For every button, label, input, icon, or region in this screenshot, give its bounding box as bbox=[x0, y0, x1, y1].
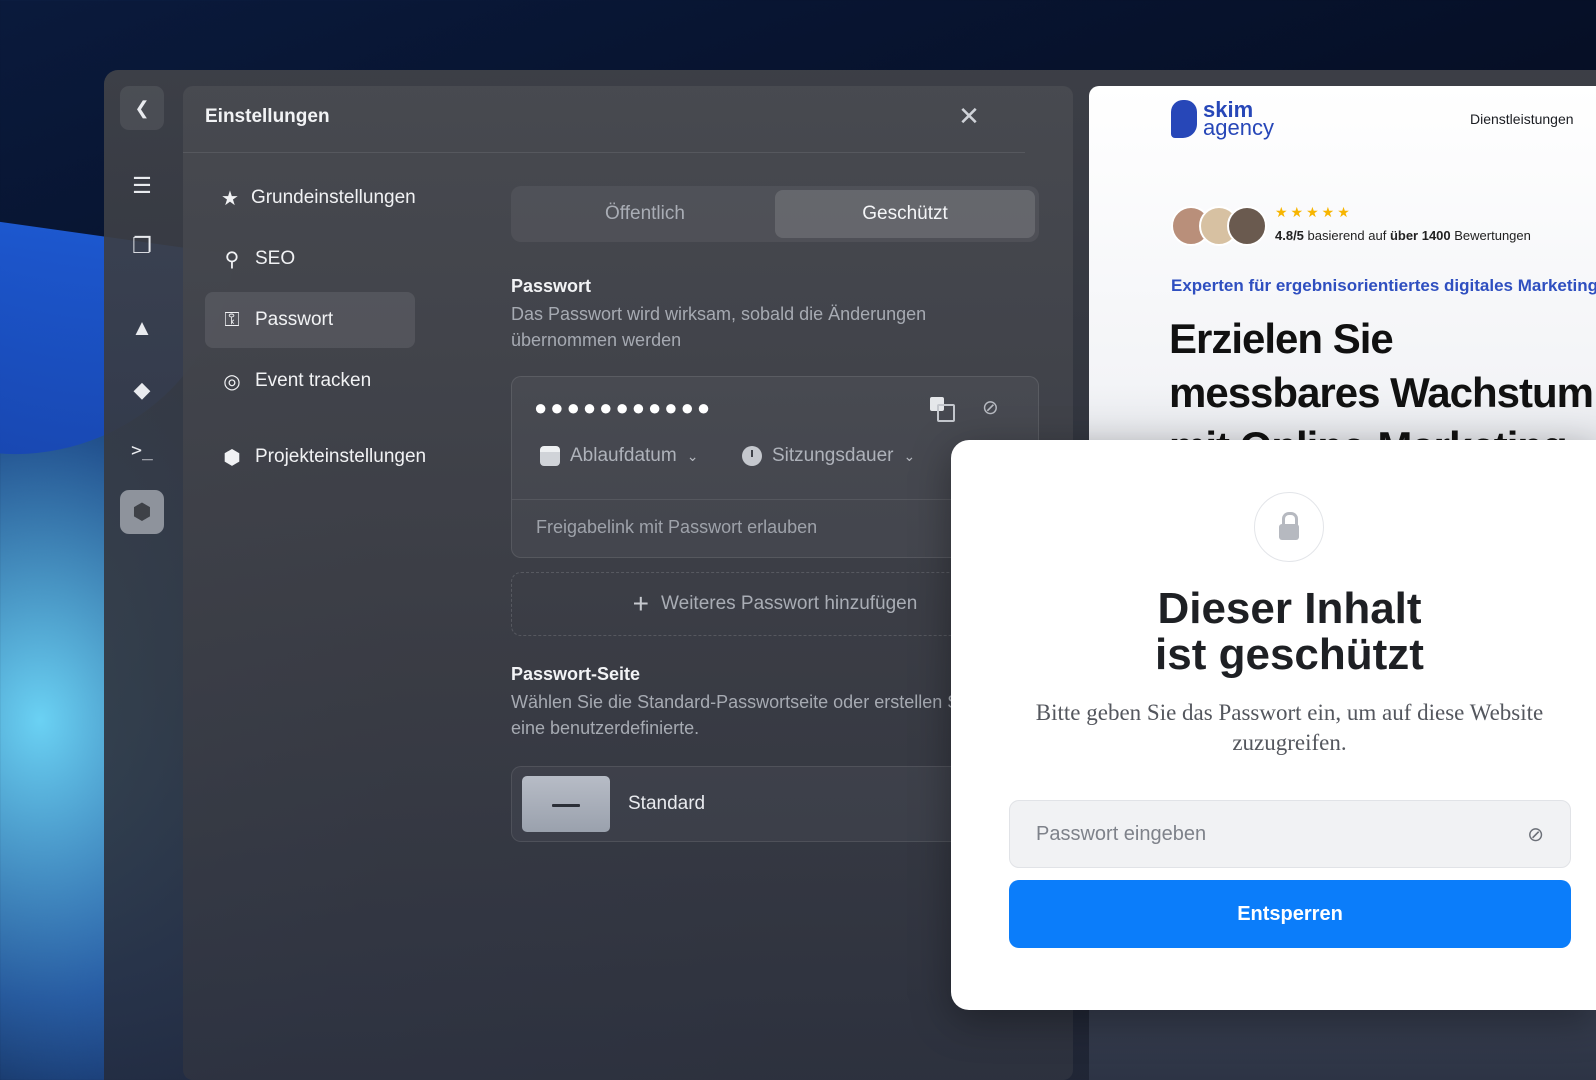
rating-score: 4.8/5 bbox=[1275, 228, 1304, 243]
session-label: Sitzungsdauer bbox=[772, 445, 894, 466]
session-dropdown[interactable]: Sitzungsdauer ⌄ bbox=[742, 445, 915, 467]
password-placeholder: Passwort eingeben bbox=[1036, 822, 1207, 845]
lock-icon bbox=[1254, 492, 1324, 562]
nav-label: Event tracken bbox=[255, 370, 372, 391]
rating-tail: Bewertungen bbox=[1450, 228, 1531, 243]
calendar-icon bbox=[540, 446, 560, 466]
expiry-dropdown[interactable]: Ablaufdatum ⌄ bbox=[540, 445, 698, 467]
side-rail: ❮ ☰ ❐ ▲ ◆ >_ ⬢ bbox=[104, 70, 180, 1080]
menu-icon: ☰ bbox=[132, 173, 152, 198]
nav-label: SEO bbox=[255, 248, 296, 269]
nav-item-grundeinstellungen[interactable]: ★ Grundeinstellungen bbox=[205, 170, 416, 226]
close-icon: ✕ bbox=[958, 101, 980, 131]
eye-slash-icon[interactable]: ⊘ bbox=[1527, 822, 1544, 847]
page-thumbnail bbox=[522, 776, 610, 832]
nav-item-projekteinstellungen[interactable]: ⬢ Projekteinstellungen bbox=[205, 429, 455, 485]
rating-mid: basierend auf bbox=[1303, 228, 1390, 243]
chevron-left-icon: ❮ bbox=[134, 97, 150, 118]
terminal-icon: >_ bbox=[131, 439, 153, 461]
media-button[interactable]: ▲ bbox=[120, 306, 164, 350]
unlock-button[interactable]: Entsperren bbox=[1009, 880, 1571, 948]
pages-icon: ❐ bbox=[132, 233, 152, 258]
design-button[interactable]: ◆ bbox=[120, 368, 164, 412]
nav-item-seo[interactable]: ⚲ SEO bbox=[205, 231, 415, 287]
settings-panel: Einstellungen ✕ ★ Grundeinstellungen ⚲ S… bbox=[183, 86, 1073, 1080]
settings-button[interactable]: ⬢ bbox=[120, 490, 164, 534]
plus-icon: + bbox=[632, 588, 650, 619]
eye-slash-icon[interactable]: ⊘ bbox=[982, 395, 999, 420]
brush-icon: ◆ bbox=[133, 377, 151, 402]
visibility-toggle: Öffentlich Geschützt bbox=[511, 186, 1039, 242]
nav-label: Passwort bbox=[255, 309, 334, 330]
site-nav-item[interactable]: Dienstleistungen bbox=[1470, 111, 1574, 127]
expiry-label: Ablaufdatum bbox=[570, 445, 677, 466]
code-button[interactable]: >_ bbox=[120, 428, 164, 472]
pages-button[interactable]: ❐ bbox=[120, 224, 164, 268]
password-section-title: Passwort bbox=[511, 276, 592, 296]
password-page-description: Wählen Sie die Standard-Passwortseite od… bbox=[511, 692, 974, 738]
site-logo: skim agency bbox=[1171, 99, 1274, 140]
divider bbox=[183, 152, 1025, 153]
avatar bbox=[1227, 206, 1267, 246]
logo-mark-icon bbox=[1171, 100, 1197, 138]
hexagon-gear-icon: ⬢ bbox=[132, 499, 152, 524]
search-icon: ⚲ bbox=[224, 248, 240, 271]
dialog-title-line1: Dieser Inhalt bbox=[1157, 584, 1422, 633]
tab-geschuetzt[interactable]: Geschützt bbox=[775, 190, 1035, 238]
logo-text: skim agency bbox=[1203, 99, 1274, 140]
hexagon-gear-icon: ⬢ bbox=[223, 446, 241, 469]
copy-icon[interactable] bbox=[930, 397, 955, 422]
password-field[interactable]: Passwort eingeben ⊘ bbox=[1009, 800, 1571, 868]
rating-count: über 1400 bbox=[1389, 228, 1451, 243]
password-value[interactable]: ●●●●●●●●●●● bbox=[534, 395, 713, 421]
nav-label: Grundeinstellungen bbox=[250, 187, 416, 208]
panel-title: Einstellungen bbox=[205, 106, 330, 127]
logo-line2: agency bbox=[1203, 115, 1274, 140]
nav-label: Projekteinstellungen bbox=[255, 446, 427, 467]
star-icon: ★ bbox=[221, 187, 239, 210]
site-tagline: Experten für ergebnisorientiertes digita… bbox=[1171, 276, 1596, 295]
rating-stars: ★★★★★ bbox=[1275, 204, 1353, 220]
password-protected-dialog: Dieser Inhalt ist geschützt Bitte geben … bbox=[951, 440, 1596, 1010]
key-icon: ⚿ bbox=[224, 308, 240, 331]
share-link-toggle-label[interactable]: Freigabelink mit Passwort erlauben bbox=[536, 517, 817, 538]
chevron-down-icon: ⌄ bbox=[686, 447, 699, 464]
rating-text: 4.8/5 basierend auf über 1400 Bewertunge… bbox=[1275, 228, 1531, 243]
dialog-title: Dieser Inhalt ist geschützt bbox=[951, 586, 1596, 678]
dialog-title-line2: ist geschützt bbox=[1155, 630, 1424, 679]
close-button[interactable]: ✕ bbox=[955, 102, 983, 130]
add-password-label: Weiteres Passwort hinzufügen bbox=[661, 593, 918, 614]
option-label: Standard bbox=[628, 793, 706, 814]
password-section-description: Das Passwort wird wirksam, sobald die Än… bbox=[511, 304, 927, 350]
chevron-down-icon: ⌄ bbox=[903, 447, 916, 464]
nav-item-event-tracken[interactable]: ◎ Event tracken bbox=[205, 353, 415, 409]
back-button[interactable]: ❮ bbox=[120, 86, 164, 130]
menu-button[interactable]: ☰ bbox=[120, 164, 164, 208]
password-page-title: Passwort-Seite bbox=[511, 664, 641, 684]
target-icon: ◎ bbox=[223, 370, 241, 393]
clock-icon bbox=[742, 446, 762, 466]
tab-oeffentlich[interactable]: Öffentlich bbox=[515, 190, 775, 238]
mountain-icon: ▲ bbox=[131, 315, 153, 340]
nav-item-passwort[interactable]: ⚿ Passwort bbox=[205, 292, 415, 348]
review-avatars bbox=[1171, 206, 1267, 246]
dialog-description: Bitte geben Sie das Passwort ein, um auf… bbox=[1035, 700, 1544, 755]
